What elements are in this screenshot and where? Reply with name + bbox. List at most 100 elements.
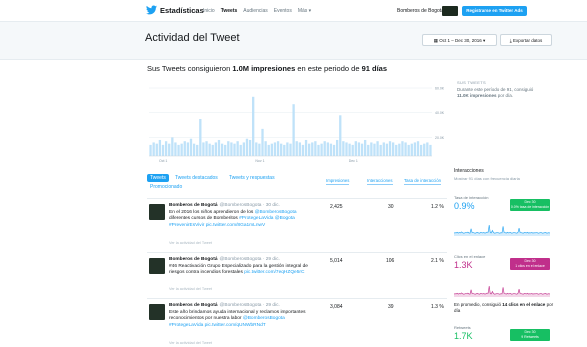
nav-tweets[interactable]: Tweets [221, 8, 238, 14]
tab-tweets[interactable]: Tweets [147, 174, 169, 182]
impressions-bar[interactable] [230, 142, 233, 156]
impressions-bar[interactable] [186, 142, 190, 156]
nav-audiences[interactable]: Audiencias [243, 8, 267, 14]
impressions-bar[interactable] [280, 143, 283, 156]
tweet-link[interactable]: pic.twitter.com/7eqHZQe5rC [244, 270, 304, 275]
tweet-activity-link[interactable]: Ver la actividad del Tweet [169, 341, 212, 345]
impressions-bar[interactable] [161, 144, 165, 156]
impressions-bar[interactable] [289, 143, 292, 156]
nav-events[interactable]: Eventos [274, 8, 292, 14]
analytics-brand[interactable]: Estadísticas [146, 5, 204, 15]
impressions-bar[interactable] [395, 144, 398, 156]
impressions-bar[interactable] [199, 119, 202, 156]
column-impressions[interactable]: Impresiones [326, 178, 350, 185]
impressions-bar[interactable] [152, 142, 155, 156]
impressions-bar[interactable] [214, 142, 218, 156]
impressions-bar[interactable] [252, 96, 255, 156]
impressions-bar[interactable] [295, 141, 298, 156]
impressions-bar[interactable] [326, 142, 329, 156]
impressions-bar[interactable] [270, 143, 273, 156]
impressions-bar[interactable] [233, 143, 236, 156]
impressions-bar[interactable] [171, 137, 174, 157]
column-interactions[interactable]: Interacciones [367, 178, 393, 185]
impressions-bar[interactable] [382, 142, 385, 156]
impressions-bar[interactable] [379, 144, 382, 156]
impressions-bar[interactable] [155, 143, 158, 156]
impressions-bar[interactable] [308, 143, 311, 156]
impressions-bar[interactable] [410, 143, 413, 156]
impressions-bar[interactable] [292, 104, 295, 156]
impressions-bar[interactable] [174, 142, 177, 156]
impressions-bar[interactable] [220, 143, 224, 156]
avatar[interactable] [442, 6, 458, 16]
impressions-bar[interactable] [158, 139, 162, 156]
impressions-bar[interactable] [391, 142, 395, 156]
impressions-bar[interactable] [283, 144, 286, 156]
impressions-bar[interactable] [342, 141, 345, 156]
impressions-bar[interactable] [149, 144, 152, 156]
impressions-bar[interactable] [376, 141, 379, 156]
impressions-bar[interactable] [177, 144, 180, 156]
impressions-bar[interactable] [192, 143, 196, 156]
impressions-bar[interactable] [261, 128, 264, 156]
export-data-button[interactable]: ⤓ Exportar datos [500, 34, 552, 46]
impressions-bar[interactable] [332, 144, 336, 156]
impressions-bar[interactable] [407, 144, 410, 156]
impressions-bar[interactable] [286, 142, 289, 156]
impressions-bar[interactable] [217, 139, 221, 156]
tweet-link[interactable]: pic.twitter.com/qUNWbRNdT [205, 323, 266, 328]
impressions-bar[interactable] [354, 141, 357, 156]
tab-promoted[interactable]: Promocionado [150, 184, 182, 190]
impressions-bar[interactable] [360, 143, 364, 156]
impressions-bar[interactable] [329, 143, 333, 156]
impressions-bar[interactable] [211, 144, 214, 156]
impressions-bar[interactable] [164, 141, 168, 156]
impressions-bar[interactable] [202, 142, 205, 156]
impressions-bar[interactable] [388, 141, 392, 156]
impressions-bar[interactable] [239, 144, 242, 156]
tweet-activity-link[interactable]: Ver la actividad del Tweet [169, 241, 212, 245]
impressions-bar[interactable] [385, 143, 389, 156]
impressions-bar[interactable] [298, 142, 301, 156]
impressions-bar[interactable] [401, 141, 404, 156]
impressions-bar[interactable] [242, 142, 246, 156]
tab-replies[interactable]: Tweets y respuestas [229, 175, 275, 181]
nav-more[interactable]: Más ▾ [298, 8, 311, 14]
impressions-bar[interactable] [224, 144, 227, 156]
impressions-bar[interactable] [276, 141, 280, 156]
impressions-bar[interactable] [180, 143, 183, 156]
impressions-bar[interactable] [248, 139, 252, 156]
impressions-bar[interactable] [367, 144, 370, 156]
date-range-button[interactable]: ▦ Oct 1 – Dec 30, 2016 ▾ [422, 34, 497, 46]
impressions-bar[interactable] [168, 143, 171, 156]
impressions-bar[interactable] [189, 138, 193, 156]
impressions-bar[interactable] [208, 143, 211, 156]
impressions-bar[interactable] [311, 142, 314, 156]
column-rate[interactable]: Tasa de interacción [404, 178, 442, 185]
table-row[interactable]: Bomberos de Bogotá @BomberosBogota · 29 d… [147, 252, 447, 296]
register-ads-button[interactable]: Registrarse en Twitter Ads [462, 6, 527, 16]
impressions-bar[interactable] [301, 144, 305, 156]
impressions-bar[interactable] [345, 142, 348, 156]
impressions-bar[interactable] [196, 144, 199, 156]
impressions-bar[interactable] [273, 142, 277, 156]
impressions-bar[interactable] [317, 144, 320, 156]
impressions-bar[interactable] [357, 142, 361, 156]
impressions-bar[interactable] [429, 144, 432, 156]
impressions-bar[interactable] [363, 139, 367, 156]
impressions-bar[interactable] [314, 141, 317, 156]
impressions-bar[interactable] [227, 141, 230, 156]
impressions-bar[interactable] [205, 141, 208, 156]
impressions-bar[interactable] [348, 143, 351, 156]
account-menu[interactable]: Bomberos de Bogotá ▾ [397, 8, 448, 14]
impressions-bar[interactable] [320, 143, 323, 156]
impressions-bar[interactable] [183, 141, 186, 156]
nav-home[interactable]: Inicio [203, 8, 215, 14]
impressions-bar[interactable] [404, 142, 407, 156]
impressions-bar[interactable] [370, 142, 373, 156]
tweet-activity-link[interactable]: Ver la actividad del Tweet [169, 287, 212, 291]
impressions-bar[interactable] [351, 144, 354, 156]
impressions-bar[interactable] [335, 139, 339, 156]
tab-top-tweets[interactable]: Tweets destacados [175, 175, 218, 181]
impressions-bar[interactable] [339, 115, 342, 156]
